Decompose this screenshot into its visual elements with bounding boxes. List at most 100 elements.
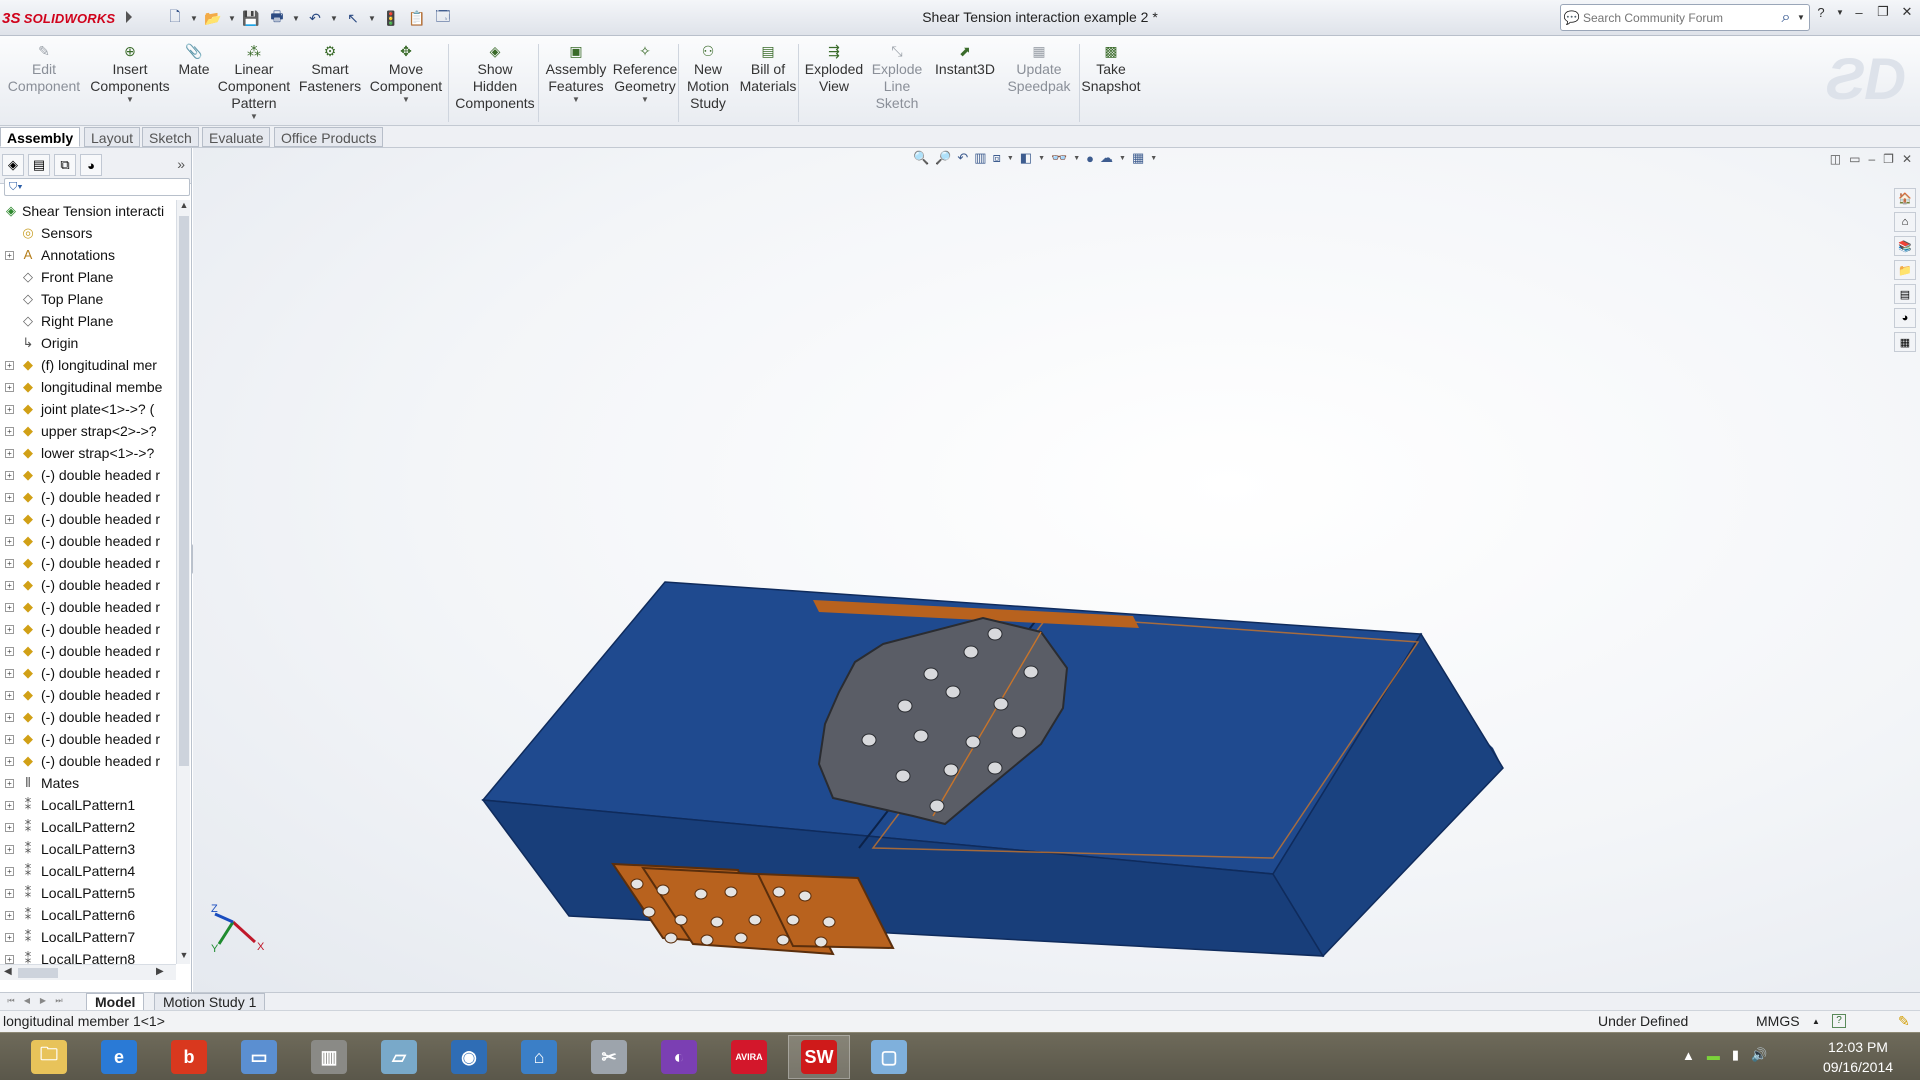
tree-node[interactable]: + ◆ (-) double headed r xyxy=(0,552,176,574)
options-icon[interactable]: 🗔 xyxy=(432,6,454,30)
scroll-left-icon[interactable]: ◀ xyxy=(4,966,12,977)
expand-node-icon[interactable]: + xyxy=(5,757,14,766)
new-icon[interactable]: 🗋 xyxy=(164,6,186,30)
tab-layout[interactable]: Layout xyxy=(84,127,141,147)
tree-filter-field[interactable]: ⛉▾ xyxy=(4,178,190,196)
expand-node-icon[interactable]: + xyxy=(5,515,14,524)
expand-node-icon[interactable]: + xyxy=(5,911,14,920)
expand-node-icon[interactable]: + xyxy=(5,405,14,414)
property-manager-tab-icon[interactable]: ▤ xyxy=(28,154,50,176)
taskbar-button[interactable]: ▱ xyxy=(368,1035,430,1079)
motion-study-button[interactable]: ⚇ New Motion Study xyxy=(683,42,733,112)
insert-components-button[interactable]: ⊕ Insert Components ▼ xyxy=(86,42,174,105)
configuration-manager-tab-icon[interactable]: ⧉ xyxy=(54,154,76,176)
tree-node[interactable]: + ◆ (-) double headed r xyxy=(0,596,176,618)
exploded-view-button[interactable]: ⇶ Exploded View xyxy=(802,42,866,95)
expand-node-icon[interactable]: + xyxy=(5,955,14,964)
expand-node-icon[interactable]: + xyxy=(5,669,14,678)
tray-expand-icon[interactable]: ▲ xyxy=(1682,1048,1695,1063)
clock[interactable]: 12:03 PM 09/16/2014 xyxy=(1808,1037,1908,1077)
expand-node-icon[interactable]: + xyxy=(5,361,14,370)
taskbar-button[interactable]: ◉ xyxy=(438,1035,500,1079)
bottom-tab-model[interactable]: Model xyxy=(86,993,145,1011)
tree-node[interactable]: ◇ Front Plane xyxy=(0,266,176,288)
last-tab-icon[interactable]: ⏭ xyxy=(54,996,64,1008)
scroll-thumb[interactable] xyxy=(179,216,189,766)
expand-node-icon[interactable]: + xyxy=(5,625,14,634)
tree-node[interactable]: + ◆ (-) double headed r xyxy=(0,728,176,750)
tree-node[interactable]: ◈ Shear Tension interacti xyxy=(0,200,176,222)
tree-node[interactable]: + ⁑ LocalLPattern1 xyxy=(0,794,176,816)
save-icon[interactable]: 💾 xyxy=(240,6,262,30)
tree-horizontal-scrollbar[interactable]: ◀ ▶ xyxy=(0,964,176,980)
tree-node[interactable]: ◇ Top Plane xyxy=(0,288,176,310)
expand-node-icon[interactable]: + xyxy=(5,801,14,810)
print-dropdown-icon[interactable]: ▼ xyxy=(292,6,300,30)
taskbar-button[interactable]: ▢ xyxy=(858,1035,920,1079)
taskbar-button[interactable]: 🗀 xyxy=(18,1035,80,1079)
tree-node[interactable]: + ◆ joint plate<1>->? ( xyxy=(0,398,176,420)
expand-node-icon[interactable]: + xyxy=(5,559,14,568)
tree-node[interactable]: + ⫴ Mates xyxy=(0,772,176,794)
expand-node-icon[interactable]: + xyxy=(5,537,14,546)
expand-node-icon[interactable]: + xyxy=(5,933,14,942)
bottom-tab-motion-study-1[interactable]: Motion Study 1 xyxy=(154,993,266,1011)
units-dropdown-icon[interactable]: ▲ xyxy=(1812,1011,1820,1032)
volume-icon[interactable]: 🔊 xyxy=(1751,1047,1767,1063)
tree-node[interactable]: + ◆ (-) double headed r xyxy=(0,706,176,728)
tree-node[interactable]: ◇ Right Plane xyxy=(0,310,176,332)
help-dropdown-icon[interactable]: ▼ xyxy=(1836,8,1844,17)
expand-node-icon[interactable]: + xyxy=(5,845,14,854)
display-manager-tab-icon[interactable]: ◕ xyxy=(80,154,102,176)
command-dropdown-icon[interactable]: ▼ xyxy=(641,95,649,105)
tab-evaluate[interactable]: Evaluate xyxy=(202,127,271,147)
nvidia-icon[interactable]: ▬ xyxy=(1707,1048,1720,1063)
instant3d-button[interactable]: ⬈ Instant3D xyxy=(932,42,998,78)
tree-node[interactable]: + ◆ (-) double headed r xyxy=(0,662,176,684)
tree-node[interactable]: + ◆ (-) double headed r xyxy=(0,684,176,706)
scroll-thumb-horizontal[interactable] xyxy=(18,968,58,978)
tree-node[interactable]: + ◆ lower strap<1>->? xyxy=(0,442,176,464)
menu-expand-icon[interactable] xyxy=(126,11,132,23)
tree-node[interactable]: + ⁑ LocalLPattern7 xyxy=(0,926,176,948)
explode-line-sketch-button[interactable]: ⤡ Explode Line Sketch xyxy=(867,42,927,112)
search-icon[interactable]: ⌕ xyxy=(1775,9,1797,27)
help-icon[interactable]: ? xyxy=(1812,5,1830,20)
linear-pattern-button[interactable]: ⁂ Linear Component Pattern ▼ xyxy=(214,42,294,122)
tree-node[interactable]: + ◆ (-) double headed r xyxy=(0,640,176,662)
expand-node-icon[interactable]: + xyxy=(5,383,14,392)
open-dropdown-icon[interactable]: ▼ xyxy=(228,6,236,30)
expand-node-icon[interactable]: + xyxy=(5,581,14,590)
tree-node[interactable]: + ⁑ LocalLPattern5 xyxy=(0,882,176,904)
expand-node-icon[interactable]: + xyxy=(5,779,14,788)
expand-node-icon[interactable]: + xyxy=(5,427,14,436)
minimize-button[interactable]: – xyxy=(1850,5,1868,20)
bill-of-materials-button[interactable]: ▤ Bill of Materials xyxy=(738,42,798,95)
tree-vertical-scrollbar[interactable]: ▲ ▼ xyxy=(176,200,190,964)
quick-tips-icon[interactable]: ? xyxy=(1832,1014,1846,1028)
taskbar-button[interactable]: SW xyxy=(788,1035,850,1079)
scroll-up-icon[interactable]: ▲ xyxy=(177,200,191,214)
taskbar-button[interactable]: AVIRA xyxy=(718,1035,780,1079)
taskbar-button[interactable]: e xyxy=(88,1035,150,1079)
expand-node-icon[interactable]: + xyxy=(5,251,14,260)
tree-node[interactable]: ↳ Origin xyxy=(0,332,176,354)
select-dropdown-icon[interactable]: ▼ xyxy=(368,6,376,30)
units-selector[interactable]: MMGS xyxy=(1756,1011,1800,1032)
prev-tab-icon[interactable]: ◀ xyxy=(22,996,32,1008)
update-speedpak-button[interactable]: ▦ Update Speedpak xyxy=(1006,42,1072,95)
tree-node[interactable]: + ⁑ LocalLPattern6 xyxy=(0,904,176,926)
tab-sketch[interactable]: Sketch xyxy=(142,127,199,147)
new-dropdown-icon[interactable]: ▼ xyxy=(190,6,198,30)
command-dropdown-icon[interactable]: ▼ xyxy=(572,95,580,105)
move-component-button[interactable]: ✥ Move Component ▼ xyxy=(366,42,446,105)
tree-node[interactable]: + ◆ upper strap<2>->? xyxy=(0,420,176,442)
tree-node[interactable]: + ◆ (-) double headed r xyxy=(0,574,176,596)
taskbar-button[interactable]: b xyxy=(158,1035,220,1079)
undo-dropdown-icon[interactable]: ▼ xyxy=(330,6,338,30)
take-snapshot-button[interactable]: ▩ Take Snapshot xyxy=(1078,42,1144,95)
expand-node-icon[interactable]: + xyxy=(5,691,14,700)
expand-node-icon[interactable]: + xyxy=(5,713,14,722)
tab-office-products[interactable]: Office Products xyxy=(274,127,384,147)
tree-node[interactable]: + ◆ longitudinal membe xyxy=(0,376,176,398)
